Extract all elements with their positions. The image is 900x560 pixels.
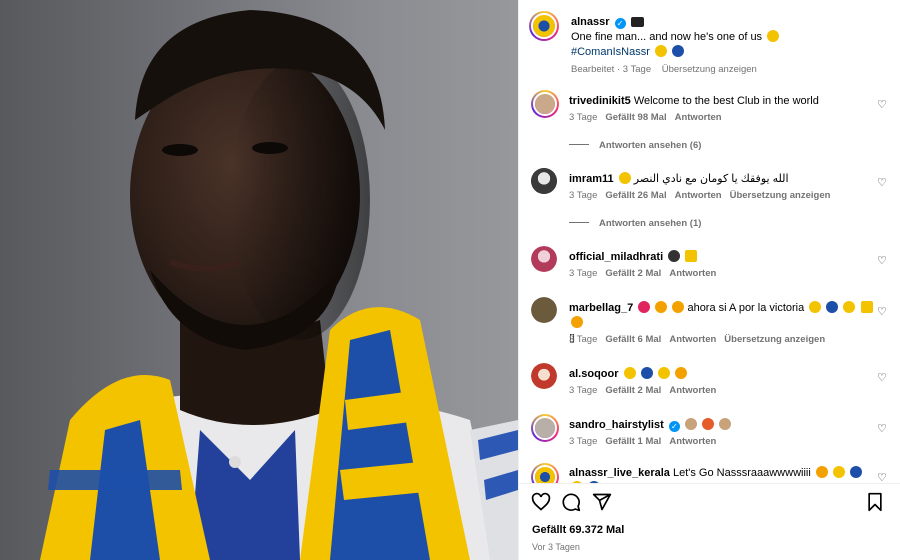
verified-icon: ✓ — [614, 18, 626, 29]
yellow-heart-emoji-icon — [832, 466, 845, 478]
comment-likes[interactable]: Gefällt 6 Mal — [605, 334, 661, 345]
blue-heart-emoji-icon — [640, 367, 653, 379]
reply-button[interactable]: Antworten — [669, 436, 716, 447]
comment-text: ahora si A por la victoria — [687, 302, 805, 314]
clapperboard-emoji-icon — [630, 17, 644, 27]
comment-likes[interactable]: Gefällt 26 Mal — [605, 190, 666, 201]
verified-icon: ✓ — [668, 421, 680, 432]
comment-text: الله يوفقك يا كومان مع نادي النصر — [633, 173, 789, 185]
comment-username[interactable]: alnassr_live_kerala — [569, 467, 670, 479]
bomb-emoji-icon — [668, 250, 681, 262]
comment-likes[interactable]: Gefällt 2 Mal — [605, 268, 661, 279]
post-photo — [0, 0, 518, 560]
comment-avatar[interactable] — [531, 463, 559, 483]
red-heart-emoji-icon — [638, 301, 651, 313]
yellow-heart-emoji-icon — [843, 301, 856, 313]
crown-emoji-icon — [860, 301, 873, 313]
blue-circle-emoji-icon — [671, 45, 684, 57]
post-modal: alnassr ✓ One fine man... and now he's o… — [0, 0, 900, 560]
heart-icon[interactable]: ♡ — [877, 176, 887, 189]
yellow-heart-emoji-icon — [623, 367, 636, 379]
comment-age: 3 Tage — [569, 112, 598, 123]
post-actions: Gefällt 69.372 Mal Vor 3 Tagen — [519, 483, 900, 560]
comment-likes[interactable]: Gefällt 1 Mal — [605, 436, 661, 447]
flexed-arm-emoji-icon — [674, 367, 687, 379]
caption-translate-link[interactable]: Übersetzung anzeigen — [662, 64, 757, 75]
heart-icon[interactable]: ♡ — [877, 305, 887, 318]
flexed-arm-emoji-icon — [719, 418, 732, 430]
comment-age: 3 Tage — [569, 334, 598, 345]
emoji-icon — [655, 301, 668, 313]
comment-likes[interactable]: Gefällt 2 Mal — [605, 385, 661, 396]
reply-button[interactable]: Antworten — [669, 268, 716, 279]
comment-item: official_miladhrati 3 Tage Gefällt 2 Mal A… — [531, 246, 891, 286]
comment-translate-link[interactable]: Übersetzung anzeigen — [730, 190, 831, 201]
yellow-heart-emoji-icon — [618, 172, 631, 184]
yellow-circle-emoji-icon — [654, 45, 667, 57]
view-replies-button[interactable]: Antworten ansehen (6) — [569, 140, 701, 151]
comment-username[interactable]: marbellag_7 — [569, 302, 633, 314]
comment-item: imram11 الله يوفقك يا كومان مع نادي النص… — [531, 168, 891, 238]
heart-icon[interactable]: ♡ — [877, 471, 887, 483]
player-photo-illustration — [40, 10, 518, 560]
share-icon[interactable] — [592, 492, 612, 512]
comment-username[interactable]: official_miladhrati — [569, 251, 663, 263]
heart-icon[interactable]: ♡ — [877, 98, 887, 111]
yellow-heart-emoji-icon — [767, 30, 780, 42]
comment-item: trivedinikit5 Welcome to the best Club i… — [531, 90, 891, 160]
comment-age: 3 Tage — [569, 385, 598, 396]
comment-username[interactable]: trivedinikit5 — [569, 95, 631, 107]
comment-username[interactable]: al.soqoor — [569, 368, 619, 380]
comment-avatar[interactable] — [531, 246, 557, 272]
post-time: Vor 3 Tagen — [532, 542, 580, 552]
reply-button[interactable]: Antworten — [669, 334, 716, 345]
author-avatar[interactable] — [529, 11, 559, 41]
comment-avatar[interactable] — [531, 363, 557, 389]
comment-avatar[interactable] — [531, 297, 557, 323]
comment-item: marbellag_7 ahora si A por la victoria ▯… — [531, 297, 891, 349]
reply-button[interactable]: Antworten — [675, 190, 722, 201]
comment-avatar[interactable] — [531, 90, 559, 118]
heart-eyes-emoji-icon — [672, 301, 685, 313]
comment-age: 3 Tage — [569, 190, 598, 201]
yellow-heart-emoji-icon — [657, 367, 670, 379]
blue-heart-emoji-icon — [826, 301, 839, 313]
comment-text: Let's Go Nasssraaawwwwiiii — [672, 467, 811, 479]
star-emoji-icon — [685, 250, 698, 262]
heart-eyes-emoji-icon — [815, 466, 828, 478]
comment-item: alnassr_live_kerala Let's Go Nasssraaaww… — [531, 463, 891, 483]
author-username[interactable]: alnassr — [571, 16, 610, 28]
comment-translate-link[interactable]: Übersetzung anzeigen — [724, 334, 825, 345]
heart-icon[interactable]: ♡ — [877, 371, 887, 384]
view-replies-button[interactable]: Antworten ansehen (1) — [569, 218, 701, 229]
reply-button[interactable]: Antworten — [675, 112, 722, 123]
clap-emoji-icon — [684, 418, 697, 430]
comment-age: 3 Tage — [569, 436, 598, 447]
caption-hashtag[interactable]: #ComanIsNassr — [571, 46, 650, 58]
comment-avatar[interactable] — [531, 414, 559, 442]
likes-count[interactable]: Gefällt 69.372 Mal — [532, 524, 624, 536]
edited-time: Bearbeitet · 3 Tage — [571, 64, 652, 75]
blue-heart-emoji-icon — [849, 466, 862, 478]
comment-avatar[interactable] — [531, 168, 557, 194]
caption-text: One fine man... and now he's one of us — [571, 31, 763, 43]
comment-item: al.soqoor 3 Tage Gefällt 2 Mal Antworten ♡ — [531, 363, 891, 403]
grin-emoji-icon — [571, 316, 583, 328]
comment-item: sandro_hairstylist ✓ 3 Tage Gefällt 1 Mal… — [531, 414, 891, 454]
comment-username[interactable]: imram11 — [569, 173, 614, 185]
comment-username[interactable]: sandro_hairstylist — [569, 419, 664, 431]
comment-icon[interactable] — [561, 492, 581, 512]
heart-icon[interactable]: ♡ — [877, 422, 887, 435]
heart-icon[interactable]: ♡ — [877, 254, 887, 267]
hand-emoji-icon — [809, 301, 822, 313]
comment-age: 3 Tage — [569, 268, 598, 279]
bookmark-icon[interactable] — [865, 492, 885, 512]
heart-icon[interactable] — [531, 492, 551, 512]
fire-emoji-icon — [701, 418, 714, 430]
comment-likes[interactable]: Gefällt 98 Mal — [605, 112, 666, 123]
comment-text: Welcome to the best Club in the world — [633, 95, 819, 107]
post-caption: alnassr ✓ One fine man... and now he's o… — [571, 15, 891, 75]
reply-button[interactable]: Antworten — [669, 385, 716, 396]
comments-panel: alnassr ✓ One fine man... and now he's o… — [518, 0, 900, 560]
